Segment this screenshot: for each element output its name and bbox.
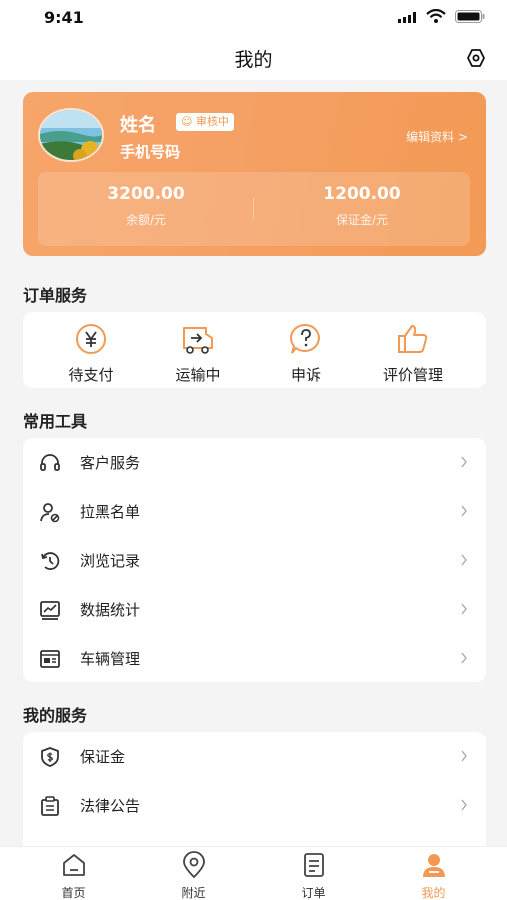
user-icon [422, 854, 445, 877]
tools-title: 常用工具 [23, 412, 88, 431]
thumbs-up-icon [398, 325, 428, 353]
order-review-management[interactable]: 评价管理 [360, 322, 466, 385]
avatar-landscape-image [40, 110, 102, 160]
chevron-right-icon [461, 652, 467, 664]
location-pin-icon [182, 851, 205, 879]
tool-blacklist[interactable]: 拉黑名单 [23, 487, 486, 535]
review-status-badge: ☺ 审核中 [176, 113, 234, 131]
tab-nearby[interactable]: 附近 [130, 851, 257, 900]
page-title: 我的 [234, 49, 273, 71]
order-services-card: 待支付 运输中 申诉 评价管理 [23, 312, 486, 388]
order-list-icon [303, 853, 324, 877]
chevron-right-icon [461, 505, 467, 517]
order-services-title: 订单服务 [23, 286, 88, 305]
order-pending-payment[interactable]: 待支付 [38, 322, 144, 385]
tool-vehicle-management[interactable]: 车辆管理 [23, 634, 486, 682]
balance-stat[interactable]: 3200.00 余额/元 [38, 184, 254, 228]
my-services-card: 保证金 法律公告 [23, 732, 486, 862]
tool-customer-service[interactable]: 客户服务 [23, 438, 486, 486]
tool-browse-history[interactable]: 浏览记录 [23, 536, 486, 584]
chevron-right-icon [461, 750, 467, 762]
service-legal-notice[interactable]: 法律公告 [23, 781, 486, 829]
history-icon [41, 552, 60, 570]
deposit-label: 保证金/元 [335, 213, 389, 227]
clipboard-icon [41, 796, 59, 816]
nav-bar: 我的 [0, 38, 507, 80]
deposit-stat[interactable]: 1200.00 保证金/元 [254, 184, 470, 228]
account-stats: 3200.00 余额/元 1200.00 保证金/元 [38, 172, 470, 246]
chevron-right-icon [461, 554, 467, 566]
status-time: 9:41 [44, 8, 84, 27]
tools-card: 客户服务 拉黑名单 浏览记录 数据统计 车辆管理 [23, 438, 486, 682]
avatar[interactable] [38, 108, 104, 162]
order-appeal[interactable]: 申诉 [253, 322, 359, 385]
truck-icon [183, 327, 213, 354]
chevron-right-icon [461, 799, 467, 811]
status-bar: 9:41 [0, 0, 507, 38]
yen-coin-icon [76, 324, 106, 354]
question-bubble-icon [290, 323, 320, 354]
chevron-right-icon [461, 603, 467, 615]
user-badge-icon: ☺ [181, 115, 193, 128]
tab-mine[interactable]: 我的 [370, 851, 497, 900]
user-name: 姓名 [120, 115, 156, 136]
wifi-icon [426, 9, 446, 23]
my-services-title: 我的服务 [23, 706, 88, 725]
service-deposit[interactable]: 保证金 [23, 732, 486, 780]
tab-bar: 首页 附近 订单 我的 [0, 846, 507, 900]
tab-orders[interactable]: 订单 [250, 851, 377, 900]
tab-home[interactable]: 首页 [10, 851, 137, 900]
order-in-transit[interactable]: 运输中 [145, 322, 251, 385]
battery-icon [455, 10, 485, 23]
profile-card: 姓名 ☺ 审核中 手机号码 编辑资料 > 3200.00 余额/元 1200.0… [23, 92, 486, 256]
vehicle-card-icon [40, 650, 60, 668]
block-user-icon [40, 503, 60, 523]
balance-value: 3200.00 [107, 184, 185, 204]
settings-icon[interactable] [466, 48, 486, 68]
home-icon [62, 854, 85, 876]
shield-dollar-icon [41, 747, 59, 767]
user-phone: 手机号码 [120, 143, 181, 161]
deposit-value: 1200.00 [323, 184, 401, 204]
tool-data-statistics[interactable]: 数据统计 [23, 585, 486, 633]
balance-label: 余额/元 [125, 213, 167, 227]
signal-icon [398, 12, 416, 23]
chart-icon [40, 601, 60, 620]
chevron-right-icon [461, 456, 467, 468]
headset-icon [40, 454, 60, 471]
edit-profile-link[interactable]: 编辑资料 > [406, 128, 468, 145]
